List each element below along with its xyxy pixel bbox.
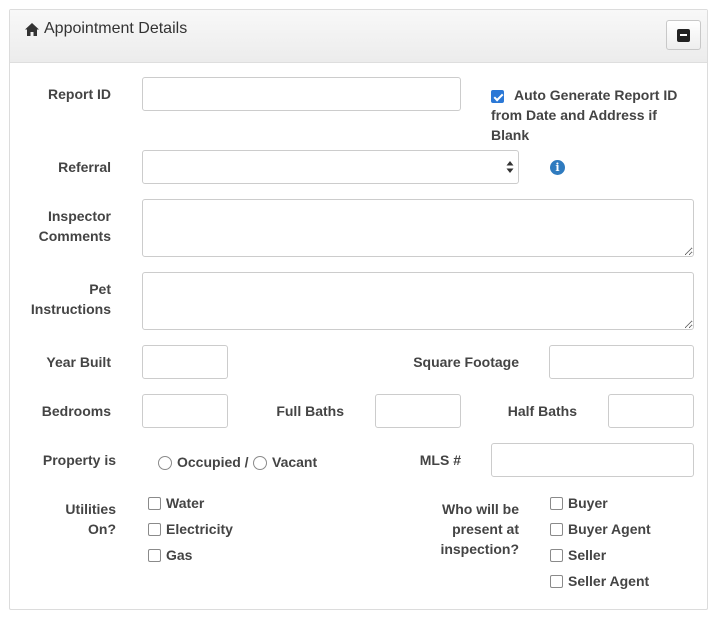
utilities-label-line2: On? [88,521,116,537]
present-seller-agent-checkbox[interactable] [550,575,563,588]
year-built-input[interactable] [142,345,228,379]
info-circle-icon[interactable]: i [550,160,565,175]
pet-instructions-label-line1: Pet [89,281,111,297]
present-label-line3: inspection? [440,541,519,557]
panel-title: Appointment Details [25,20,187,38]
present-seller-checkbox[interactable] [550,549,563,562]
inspector-comments-label-line2: Comments [38,228,111,244]
vacant-radio[interactable] [253,456,267,470]
referral-select[interactable] [142,150,519,184]
present-buyer-agent-label: Buyer Agent [568,521,651,537]
vacant-label: Vacant [272,454,318,470]
panel-header: Appointment Details [10,10,707,63]
bedrooms-input[interactable] [142,394,228,428]
auto-generate-label-line2: from Date and Address if [491,107,657,123]
square-footage-input[interactable] [549,345,694,379]
half-baths-label: Half Baths [507,403,577,419]
utility-water-label: Water [166,495,205,511]
pet-instructions-label-line2: Instructions [30,301,111,317]
home-icon [25,22,39,36]
bedrooms-label: Bedrooms [41,403,111,419]
utility-electricity-checkbox[interactable] [148,523,161,536]
mls-input[interactable] [491,443,694,477]
collapse-panel-button[interactable] [666,20,701,50]
panel-title-text: Appointment Details [44,20,188,37]
full-baths-label: Full Baths [276,403,344,419]
square-footage-label: Square Footage [413,354,519,370]
utility-water-checkbox[interactable] [148,497,161,510]
inspector-comments-label-line1: Inspector [47,208,111,224]
auto-generate-label-line3: Blank [491,127,530,143]
full-baths-input[interactable] [375,394,461,428]
present-buyer-checkbox[interactable] [550,497,563,510]
property-is-label: Property is [42,452,116,468]
report-id-input[interactable] [142,77,461,111]
half-baths-input[interactable] [608,394,694,428]
inspector-comments-textarea[interactable] [142,199,694,257]
auto-generate-label-line1: Auto Generate Report ID [514,87,678,103]
utility-electricity-label: Electricity [166,521,233,537]
report-id-label: Report ID [48,86,111,102]
referral-label: Referral [58,159,111,175]
utility-gas-checkbox[interactable] [148,549,161,562]
minus-square-icon [677,28,690,42]
utilities-label-line1: Utilities [65,501,116,517]
present-label-line1: Who will be [442,501,519,517]
utility-gas-label: Gas [166,547,193,563]
occupied-label: Occupied / [177,454,249,470]
auto-generate-checkbox[interactable] [491,90,504,103]
occupied-radio[interactable] [158,456,172,470]
present-seller-agent-label: Seller Agent [568,573,650,589]
present-buyer-label: Buyer [568,495,608,511]
present-buyer-agent-checkbox[interactable] [550,523,563,536]
year-built-label: Year Built [46,354,111,370]
present-label-line2: present at [452,521,519,537]
pet-instructions-textarea[interactable] [142,272,694,330]
mls-label: MLS # [419,452,461,468]
present-seller-label: Seller [568,547,607,563]
